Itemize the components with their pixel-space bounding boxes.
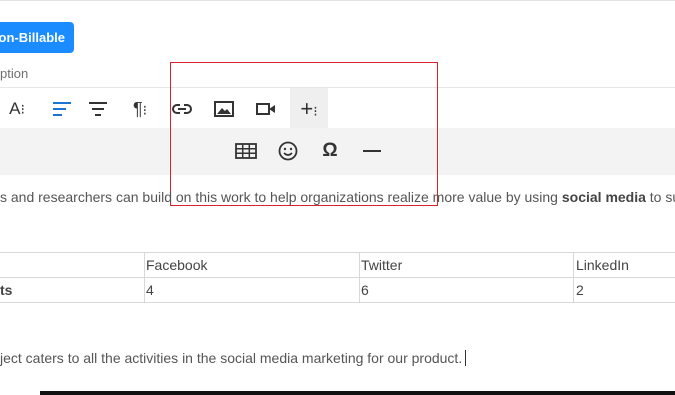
bottom-bar	[40, 391, 675, 395]
paragraph-1-text-end: to su	[649, 189, 675, 205]
paragraph-icon: ¶⁝	[132, 98, 148, 119]
table-row-label[interactable]: ts	[0, 282, 12, 298]
table-cell-facebook[interactable]: 4	[146, 282, 154, 298]
paragraph-2[interactable]: ject caters to all the activities in the…	[0, 350, 467, 366]
align-left-icon	[53, 102, 71, 116]
align-center-icon	[89, 102, 107, 116]
non-billable-button[interactable]: on-Billable	[0, 22, 74, 53]
paragraph-format-button[interactable]: ¶⁝	[123, 92, 157, 126]
description-label: ption	[0, 66, 29, 81]
highlight-box	[170, 62, 438, 206]
font-size-button[interactable]: A⁝	[0, 92, 34, 126]
table-col-border	[144, 252, 145, 303]
table-header-linkedin[interactable]: LinkedIn	[576, 257, 629, 273]
table-cell-twitter[interactable]: 6	[361, 282, 369, 298]
table-header-twitter[interactable]: Twitter	[361, 257, 402, 273]
align-center-button[interactable]	[81, 92, 115, 126]
paragraph-2-text: ject caters to all the activities in the…	[0, 350, 463, 366]
align-left-button[interactable]	[45, 92, 79, 126]
table-header-facebook[interactable]: Facebook	[146, 257, 207, 273]
paragraph-1[interactable]: s and researchers can build on this work…	[0, 189, 675, 205]
table-cell-linkedin[interactable]: 2	[576, 282, 584, 298]
table-col-border	[359, 252, 360, 303]
text-caret	[465, 350, 467, 366]
paragraph-1-text: s and researchers can build on this work…	[0, 189, 562, 205]
top-divider	[0, 0, 675, 1]
table-col-border	[573, 252, 574, 303]
paragraph-1-bold: social media	[561, 189, 646, 205]
font-size-icon: A⁝	[9, 99, 25, 118]
